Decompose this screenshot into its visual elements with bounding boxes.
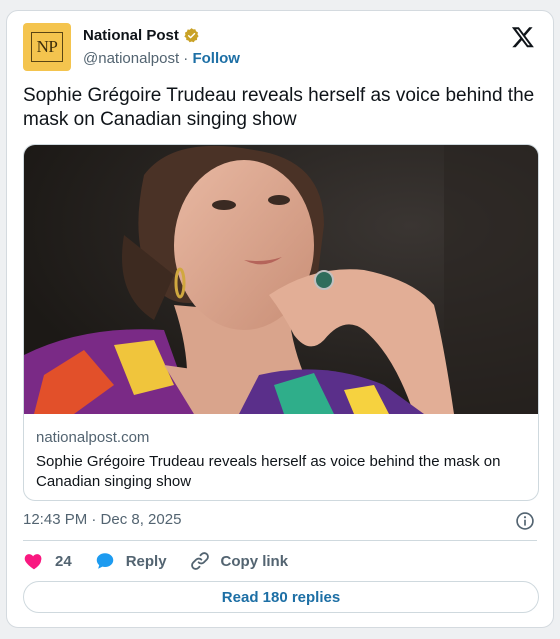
embedded-post-card: NP National Post @nationalpost · Follow … [6, 10, 554, 628]
copy-link-button[interactable]: Copy link [189, 550, 289, 572]
x-logo-icon[interactable] [511, 25, 535, 49]
verified-badge-icon [184, 28, 199, 43]
heart-icon [24, 554, 42, 570]
post-header: NP National Post @nationalpost · Follow [23, 23, 537, 75]
link-title[interactable]: Sophie Grégoire Trudeau reveals herself … [36, 452, 526, 492]
timestamp[interactable]: 12:43 PM · Dec 8, 2025 [23, 511, 181, 528]
like-count: 24 [55, 552, 72, 570]
post-text: Sophie Grégoire Trudeau reveals herself … [23, 85, 535, 130]
timestamp-row: 12:43 PM · Dec 8, 2025 [23, 511, 537, 531]
display-name[interactable]: National Post [83, 27, 179, 44]
link-icon [190, 552, 209, 570]
avatar[interactable]: NP [23, 23, 71, 71]
link-preview-card[interactable]: nationalpost.com Sophie Grégoire Trudeau… [23, 144, 539, 501]
copy-link-label: Copy link [220, 552, 289, 570]
read-replies-button[interactable]: Read 180 replies [23, 581, 539, 613]
separator-dot: · [183, 50, 189, 67]
article-photo[interactable] [24, 145, 539, 414]
name-row: National Post [83, 27, 200, 44]
handle-row: @nationalpost · Follow [83, 50, 240, 67]
avatar-logo-text: NP [31, 32, 63, 62]
handle[interactable]: @nationalpost [83, 50, 179, 67]
reply-bubble-icon [96, 553, 113, 569]
info-icon[interactable] [515, 511, 535, 531]
link-meta: nationalpost.com Sophie Grégoire Trudeau… [36, 429, 526, 492]
reply-label: Reply [125, 552, 167, 570]
like-button[interactable]: 24 [23, 550, 72, 572]
divider [23, 540, 537, 541]
link-domain: nationalpost.com [36, 429, 150, 446]
follow-button[interactable]: Follow [192, 50, 240, 67]
action-bar: 24 Reply Copy link [23, 549, 310, 573]
reply-button[interactable]: Reply [94, 550, 167, 572]
